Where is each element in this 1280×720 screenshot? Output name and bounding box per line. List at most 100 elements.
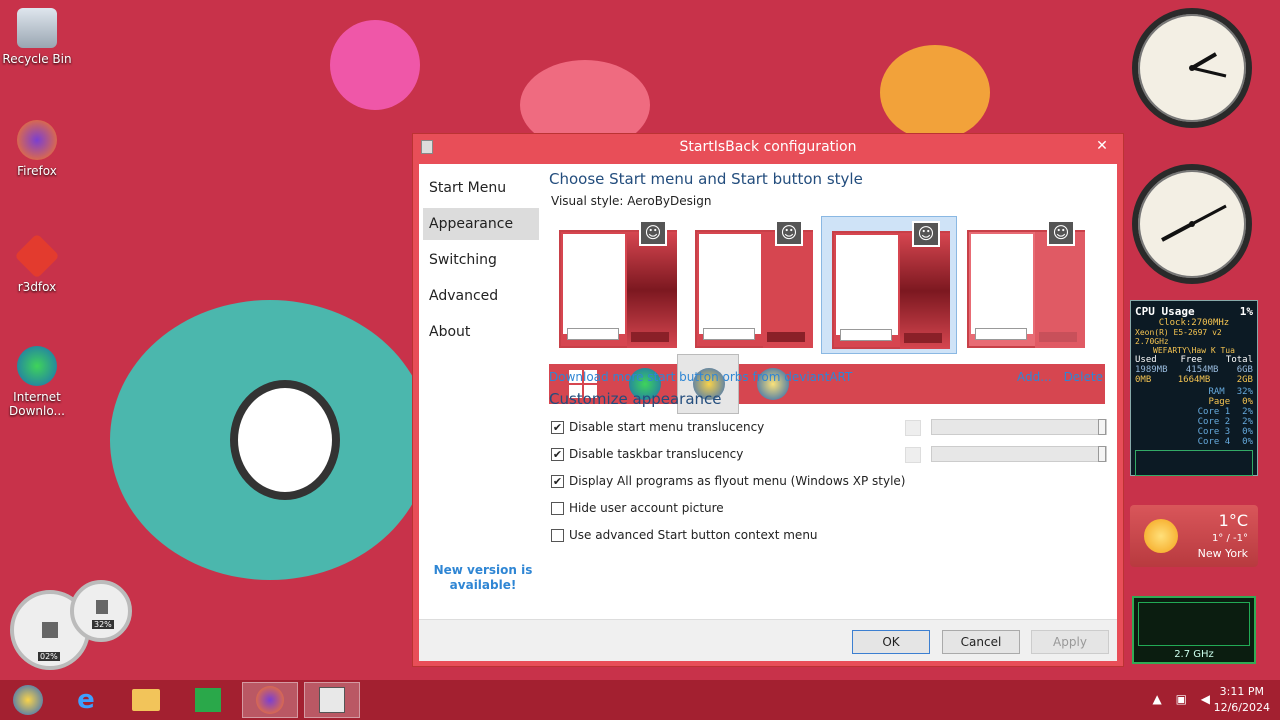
taskbar-date: 12/6/2024 xyxy=(1213,701,1270,714)
gpu-graph xyxy=(1138,602,1250,646)
stat-label: Core 2 xyxy=(1197,417,1231,427)
checkbox-checked[interactable]: ✔ xyxy=(551,474,564,488)
cpu-model: Xeon(R) E5-2697 v2 2.70GHz xyxy=(1135,328,1222,346)
sidebar-item-start-menu[interactable]: Start Menu xyxy=(423,172,539,204)
mem-header-used: Used xyxy=(1135,355,1157,365)
checkbox-checked[interactable]: ✔ xyxy=(551,447,564,461)
cpu-stat-row: Page 0% xyxy=(1135,397,1253,407)
start-menu-style-option[interactable]: ☺ xyxy=(685,216,821,354)
translucency-slider[interactable] xyxy=(931,419,1107,435)
option-advanced-context-menu[interactable]: Use advanced Start button context menu xyxy=(551,528,818,542)
window-client: Start Menu Appearance Switching Advanced… xyxy=(419,164,1117,661)
mem-row-1: 1989MB 4154MB 6GB xyxy=(1135,365,1253,375)
taskbar-store[interactable] xyxy=(180,682,236,718)
preview-shutdown-button xyxy=(1039,332,1077,342)
start-menu-style-option-selected[interactable]: ☺ xyxy=(821,216,957,354)
ram-meter-gadget[interactable]: 32% xyxy=(70,580,132,642)
internet-explorer-icon: e xyxy=(77,685,95,715)
new-version-link[interactable]: New version is available! xyxy=(433,563,533,593)
cpu-stat-row: Core 2 2% xyxy=(1135,417,1253,427)
start-button[interactable] xyxy=(0,682,56,718)
user-icon: ☺ xyxy=(912,221,940,247)
visual-style-label: Visual style: xyxy=(551,194,624,208)
cpu-stat-row: Core 3 0% xyxy=(1135,427,1253,437)
stat-value: 2% xyxy=(1242,407,1253,417)
clock-gadget-2[interactable] xyxy=(1132,164,1252,284)
cpu-usage-gadget[interactable]: CPU Usage 1% Clock:2700MHz Xeon(R) E5-26… xyxy=(1130,300,1258,476)
start-menu-style-option[interactable]: ☺ xyxy=(957,216,1093,354)
color-swatch[interactable] xyxy=(905,420,921,436)
mem-header-total: Total xyxy=(1225,355,1253,365)
cpu-stats-list: RAM 32% Page 0% Core 1 2% Core 2 2% Core 3 0%… xyxy=(1135,387,1253,447)
store-icon xyxy=(195,688,221,712)
firefox-icon xyxy=(256,686,284,714)
add-orb-link[interactable]: Add... xyxy=(1017,370,1052,384)
volume-icon[interactable]: ◀ xyxy=(1201,692,1210,706)
slider-thumb[interactable] xyxy=(1098,446,1106,462)
desktop-icon-recycle-bin[interactable]: Recycle Bin xyxy=(2,8,72,66)
stat-label: Core 4 xyxy=(1197,437,1231,447)
sun-icon xyxy=(1144,519,1178,553)
user-icon: ☺ xyxy=(1047,220,1075,246)
option-hide-user-picture[interactable]: Hide user account picture xyxy=(551,501,724,515)
delete-orb-link[interactable]: Delete xyxy=(1064,370,1103,384)
visual-style-value[interactable]: AeroByDesign xyxy=(627,194,711,208)
desktop-icon-r3dfox[interactable]: r3dfox xyxy=(2,233,72,294)
preview-program-list xyxy=(699,234,761,334)
slider-thumb[interactable] xyxy=(1098,419,1106,435)
option-disable-start-menu-translucency[interactable]: ✔ Disable start menu translucency xyxy=(551,420,764,434)
preview-search-box xyxy=(567,328,619,340)
ok-button[interactable]: OK xyxy=(852,630,930,654)
dialog-footer: OK Cancel Apply xyxy=(419,619,1117,661)
sidebar-item-about[interactable]: About xyxy=(423,316,539,348)
clock-face-icon xyxy=(1189,52,1227,78)
desktop-icon-firefox[interactable]: Firefox xyxy=(2,120,72,178)
cancel-button[interactable]: Cancel xyxy=(942,630,1020,654)
taskbar-translucency-slider[interactable] xyxy=(931,446,1107,462)
taskbar-clock[interactable]: 3:11 PM 12/6/2024 xyxy=(1214,684,1270,716)
download-orbs-link[interactable]: Download more start button orbs from dev… xyxy=(549,370,852,384)
gpu-meter-gadget[interactable]: 2.7 GHz xyxy=(1132,596,1256,664)
sidebar-item-appearance[interactable]: Appearance xyxy=(423,208,539,240)
taskbar-time: 3:11 PM xyxy=(1219,685,1264,698)
desktop-icon-label: Internet Downlo... xyxy=(9,390,65,418)
clock-gadget[interactable] xyxy=(1132,8,1252,128)
wallpaper-pink-monster xyxy=(330,20,420,110)
start-menu-style-option[interactable]: ☺ xyxy=(549,216,685,354)
taskbar-ie[interactable]: e xyxy=(58,682,114,718)
checkbox-unchecked[interactable] xyxy=(551,528,564,542)
start-orb-icon xyxy=(13,685,43,715)
close-button[interactable]: ✕ xyxy=(1091,137,1113,155)
sidebar-item-switching[interactable]: Switching xyxy=(423,244,539,276)
preview-search-box xyxy=(840,329,892,341)
style-preview: ☺ xyxy=(559,220,677,348)
network-icon[interactable]: ▣ xyxy=(1176,692,1187,706)
mem-free: 4154MB xyxy=(1185,365,1219,375)
desktop-icon-label: Firefox xyxy=(17,164,57,178)
mem-header-free: Free xyxy=(1180,355,1203,365)
option-all-programs-flyout[interactable]: ✔ Display All programs as flyout menu (W… xyxy=(551,474,905,488)
orb-links: Download more start button orbs from dev… xyxy=(549,370,1105,384)
option-label: Disable start menu translucency xyxy=(569,420,765,434)
preview-shutdown-button xyxy=(631,332,669,342)
chip-icon xyxy=(42,622,58,638)
sidebar-item-advanced[interactable]: Advanced xyxy=(423,280,539,312)
title-bar[interactable]: StartIsBack configuration ✕ xyxy=(413,134,1123,160)
checkbox-unchecked[interactable] xyxy=(551,501,564,515)
taskbar-explorer[interactable] xyxy=(118,682,174,718)
cpu-host: WEFARTY\Haw K Tua xyxy=(1153,346,1235,355)
desktop-icon-internet-download-manager[interactable]: Internet Downlo... xyxy=(2,346,72,418)
option-disable-taskbar-translucency[interactable]: ✔ Disable taskbar translucency xyxy=(551,447,743,461)
taskbar-firefox[interactable] xyxy=(242,682,298,718)
apply-button[interactable]: Apply xyxy=(1031,630,1109,654)
color-swatch[interactable] xyxy=(905,447,921,463)
show-hidden-icons-icon[interactable]: ▲ xyxy=(1153,692,1162,706)
r3dfox-icon xyxy=(14,233,60,279)
app-icon xyxy=(421,140,433,154)
preview-right-pane xyxy=(1035,232,1085,348)
taskbar: e ▲ ▣ ◀ 3:11 PM 12/6/2024 xyxy=(0,680,1280,720)
taskbar-startisback[interactable] xyxy=(304,682,360,718)
checkbox-checked[interactable]: ✔ xyxy=(551,420,564,434)
weather-gadget[interactable]: 1°C 1° / -1° New York xyxy=(1130,505,1258,567)
cpu-stat-row: Core 1 2% xyxy=(1135,407,1253,417)
